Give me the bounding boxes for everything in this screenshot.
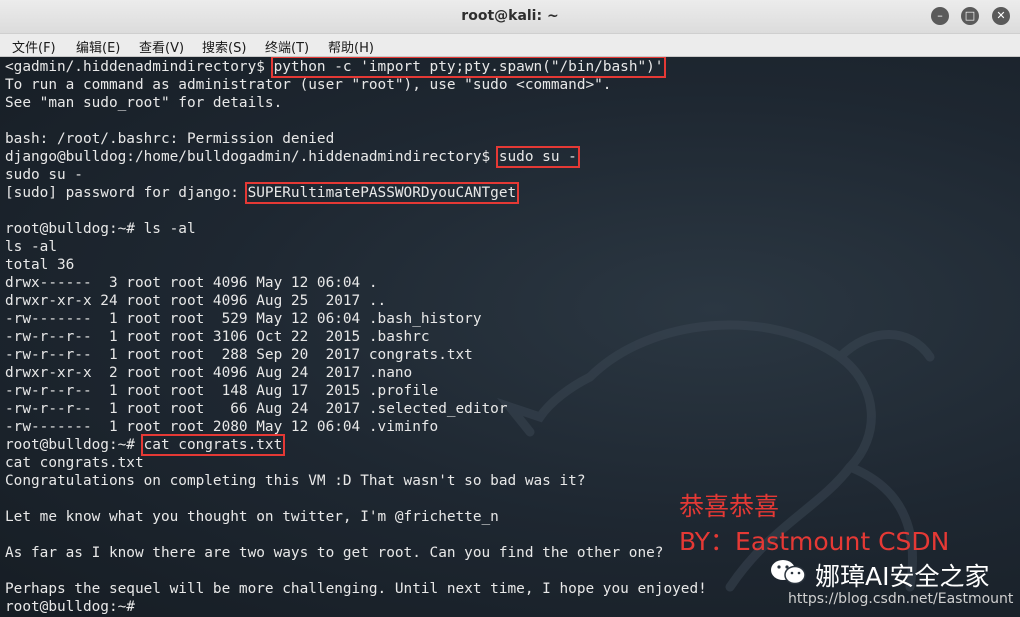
terminal-text: root@bulldog:~# bbox=[5, 599, 144, 615]
terminal-line: -rw-r--r-- 1 root root 148 Aug 17 2015 .… bbox=[5, 382, 707, 400]
terminal-line: bash: /root/.bashrc: Permission denied bbox=[5, 130, 707, 148]
wechat-icon bbox=[771, 560, 806, 585]
terminal-line: drwx------ 3 root root 4096 May 12 06:04… bbox=[5, 274, 707, 292]
terminal-text: ls -al bbox=[5, 239, 57, 255]
minimize-button[interactable]: – bbox=[931, 7, 949, 25]
terminal-text: -rw------- 1 root root 529 May 12 06:04 … bbox=[5, 311, 482, 327]
menu-terminal[interactable]: 终端(T) bbox=[265, 37, 309, 56]
watermark-url: https://blog.csdn.net/Eastmount bbox=[788, 591, 1014, 607]
terminal-text: To run a command as administrator (user … bbox=[5, 77, 612, 93]
close-button[interactable]: ✕ bbox=[992, 7, 1010, 25]
terminal-text: -rw-r--r-- 1 root root 288 Sep 20 2017 c… bbox=[5, 347, 473, 363]
terminal-line: [sudo] password for django: SUPERultimat… bbox=[5, 182, 707, 204]
terminal-text: Congratulations on completing this VM :D… bbox=[5, 473, 586, 489]
menu-edit[interactable]: 编辑(E) bbox=[76, 37, 120, 56]
terminal-text: [sudo] password for django: bbox=[5, 185, 248, 201]
maximize-button[interactable]: □ bbox=[961, 7, 979, 25]
terminal-line: -rw------- 1 root root 529 May 12 06:04 … bbox=[5, 310, 707, 328]
terminal-line: Congratulations on completing this VM :D… bbox=[5, 472, 707, 490]
terminal-line: See "man sudo_root" for details. bbox=[5, 94, 707, 112]
terminal-text: root@bulldog:~# bbox=[5, 437, 144, 453]
terminal-line: root@bulldog:~# cat congrats.txt bbox=[5, 434, 707, 456]
terminal-line: Perhaps the sequel will be more challeng… bbox=[5, 580, 707, 598]
terminal-text: -rw------- 1 root root 2080 May 12 06:04… bbox=[5, 419, 439, 435]
menu-help[interactable]: 帮助(H) bbox=[328, 37, 374, 56]
highlighted-command: sudo su - bbox=[495, 146, 580, 168]
menu-view[interactable]: 查看(V) bbox=[139, 37, 184, 56]
terminal-text: -rw-r--r-- 1 root root 66 Aug 24 2017 .s… bbox=[5, 401, 508, 417]
terminal-area[interactable]: <gadmin/.hiddenadmindirectory$ python -c… bbox=[0, 57, 1020, 617]
terminal-text: django@bulldog:/home/bulldogadmin/.hidde… bbox=[5, 149, 499, 165]
terminal-text: sudo su - bbox=[5, 167, 83, 183]
terminal-text: total 36 bbox=[5, 257, 75, 273]
terminal-text: drwxr-xr-x 2 root root 4096 Aug 24 2017 … bbox=[5, 365, 413, 381]
terminal-text: root@bulldog:~# ls -al bbox=[5, 221, 196, 237]
menu-file[interactable]: 文件(F) bbox=[12, 37, 56, 56]
author-annotation: BY：Eastmount CSDN bbox=[679, 527, 950, 556]
menu-bar: 文件(F) 编辑(E) 查看(V) 搜索(S) 终端(T) 帮助(H) bbox=[0, 34, 1020, 57]
congrats-annotation: 恭喜恭喜 bbox=[679, 492, 780, 521]
terminal-line: drwxr-xr-x 2 root root 4096 Aug 24 2017 … bbox=[5, 364, 707, 382]
highlighted-command: cat congrats.txt bbox=[140, 434, 286, 456]
window-titlebar[interactable]: root@kali: ~ – □ ✕ bbox=[0, 0, 1020, 34]
terminal-line: django@bulldog:/home/bulldogadmin/.hidde… bbox=[5, 146, 707, 168]
terminal-text: Let me know what you thought on twitter,… bbox=[5, 509, 499, 525]
terminal-line: To run a command as administrator (user … bbox=[5, 76, 707, 94]
terminal-text: drwxr-xr-x 24 root root 4096 Aug 25 2017… bbox=[5, 293, 387, 309]
terminal-line: drwxr-xr-x 24 root root 4096 Aug 25 2017… bbox=[5, 292, 707, 310]
terminal-line: -rw------- 1 root root 2080 May 12 06:04… bbox=[5, 418, 707, 436]
terminal-line: cat congrats.txt bbox=[5, 454, 707, 472]
terminal-line: <gadmin/.hiddenadmindirectory$ python -c… bbox=[5, 57, 707, 78]
terminal-line: root@bulldog:~# bbox=[5, 598, 707, 616]
terminal-text: Perhaps the sequel will be more challeng… bbox=[5, 581, 707, 597]
terminal-scrollbar[interactable] bbox=[1013, 58, 1019, 617]
terminal-text: drwx------ 3 root root 4096 May 12 06:04… bbox=[5, 275, 378, 291]
terminal-text: See "man sudo_root" for details. bbox=[5, 95, 283, 111]
terminal-text: -rw-r--r-- 1 root root 148 Aug 17 2015 .… bbox=[5, 383, 439, 399]
terminal-text: As far as I know there are two ways to g… bbox=[5, 545, 664, 561]
terminal-text: -rw-r--r-- 1 root root 3106 Oct 22 2015 … bbox=[5, 329, 430, 345]
terminal-line: ls -al bbox=[5, 238, 707, 256]
terminal-line: total 36 bbox=[5, 256, 707, 274]
highlighted-command: SUPERultimatePASSWORDyouCANTget bbox=[244, 182, 520, 204]
terminal-output: <gadmin/.hiddenadmindirectory$ python -c… bbox=[5, 57, 707, 616]
terminal-line: -rw-r--r-- 1 root root 66 Aug 24 2017 .s… bbox=[5, 400, 707, 418]
terminal-line: -rw-r--r-- 1 root root 3106 Oct 22 2015 … bbox=[5, 328, 707, 346]
terminal-line: -rw-r--r-- 1 root root 288 Sep 20 2017 c… bbox=[5, 346, 707, 364]
watermark-name: 娜璋AI安全之家 bbox=[815, 562, 990, 591]
terminal-line: sudo su - bbox=[5, 166, 707, 184]
terminal-text: cat congrats.txt bbox=[5, 455, 144, 471]
terminal-line: Let me know what you thought on twitter,… bbox=[5, 508, 707, 526]
highlighted-command: python -c 'import pty;pty.spawn("/bin/ba… bbox=[270, 57, 667, 78]
terminal-line: root@bulldog:~# ls -al bbox=[5, 220, 707, 238]
window-title: root@kali: ~ bbox=[461, 8, 559, 24]
terminal-line: As far as I know there are two ways to g… bbox=[5, 544, 707, 562]
terminal-text: bash: /root/.bashrc: Permission denied bbox=[5, 131, 335, 147]
menu-search[interactable]: 搜索(S) bbox=[202, 37, 246, 56]
terminal-text: <gadmin/.hiddenadmindirectory$ bbox=[5, 59, 274, 75]
